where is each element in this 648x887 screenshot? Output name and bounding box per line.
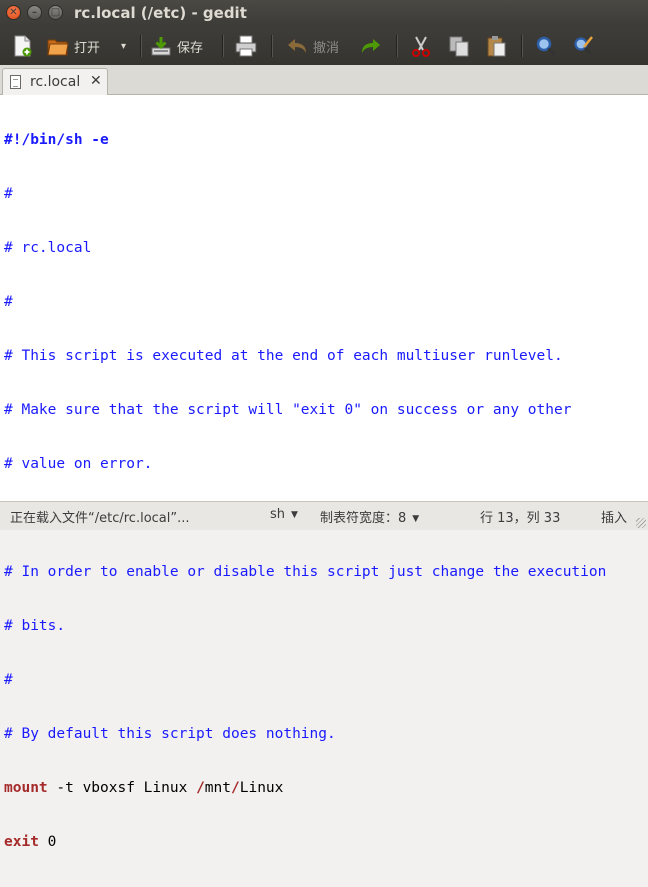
title-bar: ✕ – □ rc.local (/etc) - gedit [0,0,648,27]
open-label: 打开 [74,40,101,56]
folder-open-icon [46,34,70,58]
keyword-token: exit [4,834,39,850]
code-line: # This script is executed at the end of … [4,348,563,364]
code-line: # By default this script does nothing. [4,726,336,742]
new-document-icon [10,34,34,58]
code-line: exit 0 [4,833,606,851]
open-recent-dropdown[interactable]: ▾ [121,31,126,61]
language-selector[interactable]: sh ▼ [270,507,298,522]
text-editor[interactable]: #!/bin/sh -e # # rc.local # # This scrip… [0,95,648,850]
tab-width-selector[interactable]: 制表符宽度：8 ▼ [320,507,419,526]
document-tab-bar: rc.local ✕ [0,65,648,95]
code-line: # rc.local [4,240,92,256]
toolbar-separator [271,35,273,57]
find-replace-button[interactable] [572,31,596,61]
copy-icon [447,34,471,58]
resize-grip-icon[interactable] [636,518,646,528]
redo-button[interactable] [359,31,383,61]
path-separator-token: / [196,780,205,796]
window-maximize-button[interactable]: □ [48,5,63,20]
toolbar-separator [140,35,142,57]
code-line: # In order to enable or disable this scr… [4,564,607,580]
undo-button[interactable]: 撤消 [285,31,339,61]
code-line: # [4,186,13,202]
cursor-position: 行 13，列 33 [480,511,561,526]
code-token: -t vboxsf Linux [47,780,197,796]
toolbar-separator [396,35,398,57]
find-button[interactable] [534,31,558,61]
open-button[interactable]: 打开 [46,31,100,61]
toolbar: 打开 ▾ 保存 撤消 [0,27,648,65]
code-line: # bits. [4,618,66,634]
save-label: 保存 [177,40,204,56]
code-area[interactable]: #!/bin/sh -e # # rc.local # # This scrip… [4,95,606,887]
tab-width-label: 制表符宽度：8 [320,511,407,526]
code-line: # value on error. [4,456,153,472]
paste-icon [484,34,508,58]
cut-button[interactable] [409,31,433,61]
find-replace-icon [572,34,596,58]
chevron-down-icon: ▾ [121,40,127,52]
window-close-button[interactable]: ✕ [6,5,21,20]
code-line: mount -t vboxsf Linux /mnt/Linux [4,779,606,797]
code-line: # [4,672,13,688]
toolbar-separator [222,35,224,57]
language-label: sh [270,507,286,522]
printer-icon [234,34,258,58]
code-token: Linux [239,780,284,796]
toolbar-separator [521,35,523,57]
path-separator-token: / [231,780,240,796]
undo-label: 撤消 [313,40,340,56]
chevron-down-icon: ▼ [412,514,420,524]
save-button[interactable]: 保存 [149,31,203,61]
print-button[interactable] [234,31,258,61]
code-token: mnt [204,780,231,796]
paste-button[interactable] [484,31,508,61]
tab-label: rc.local [30,74,81,90]
tab-rc-local[interactable]: rc.local ✕ [2,68,108,95]
status-message: 正在载入文件“/etc/rc.local”... [10,511,190,526]
code-line: # Make sure that the script will "exit 0… [4,402,572,418]
window-minimize-button[interactable]: – [27,5,42,20]
magnifier-icon [534,34,558,58]
code-token: 0 [38,834,57,850]
undo-icon [285,34,309,58]
tab-close-icon[interactable]: ✕ [90,73,102,89]
redo-icon [359,34,383,58]
keyword-token: mount [4,780,48,796]
chevron-down-icon: ▼ [291,510,298,520]
document-icon [10,75,21,89]
code-line: #!/bin/sh -e [4,132,109,148]
scissors-icon [409,34,433,58]
new-button[interactable] [10,31,34,61]
save-icon [149,34,173,58]
window-title: rc.local (/etc) - gedit [74,4,247,22]
insert-mode: 插入 [601,511,628,526]
code-line: # [4,294,13,310]
copy-button[interactable] [447,31,471,61]
status-bar: 正在载入文件“/etc/rc.local”... sh ▼ 制表符宽度：8 ▼ 行 … [0,501,648,530]
